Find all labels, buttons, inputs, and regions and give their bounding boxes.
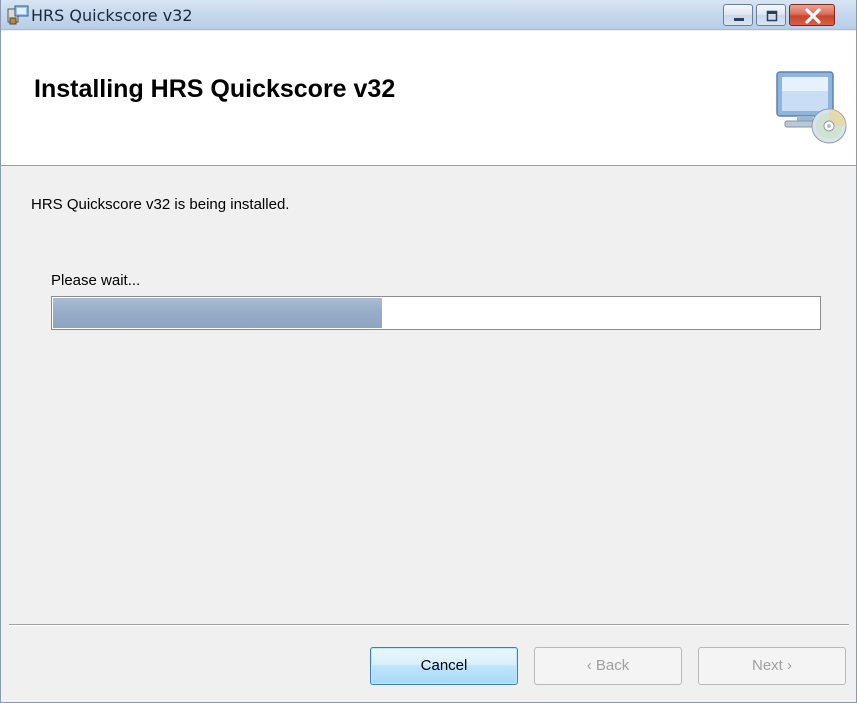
header-banner: Installing HRS Quickscore v32 (1, 31, 856, 166)
close-button[interactable] (789, 4, 835, 26)
maximize-button[interactable] (756, 4, 786, 26)
minimize-icon (734, 18, 744, 21)
installer-window: HRS Quickscore v32 Installing HRS Quicks… (0, 0, 857, 703)
progress-bar-fill (53, 298, 382, 328)
cancel-button[interactable]: Cancel (370, 647, 518, 685)
computer-disc-icon (771, 68, 851, 148)
install-status-text: HRS Quickscore v32 is being installed. (31, 196, 290, 213)
window-title: HRS Quickscore v32 (31, 6, 193, 25)
title-bar[interactable]: HRS Quickscore v32 (1, 0, 856, 30)
page-title: Installing HRS Quickscore v32 (34, 75, 396, 103)
please-wait-label: Please wait... (51, 272, 141, 289)
close-icon (805, 8, 821, 24)
back-button[interactable]: ‹ Back (534, 647, 682, 685)
installer-icon (7, 5, 29, 25)
next-button[interactable]: Next › (698, 647, 846, 685)
minimize-button[interactable] (723, 4, 753, 26)
install-progress-bar (51, 296, 821, 330)
maximize-icon (766, 10, 778, 22)
